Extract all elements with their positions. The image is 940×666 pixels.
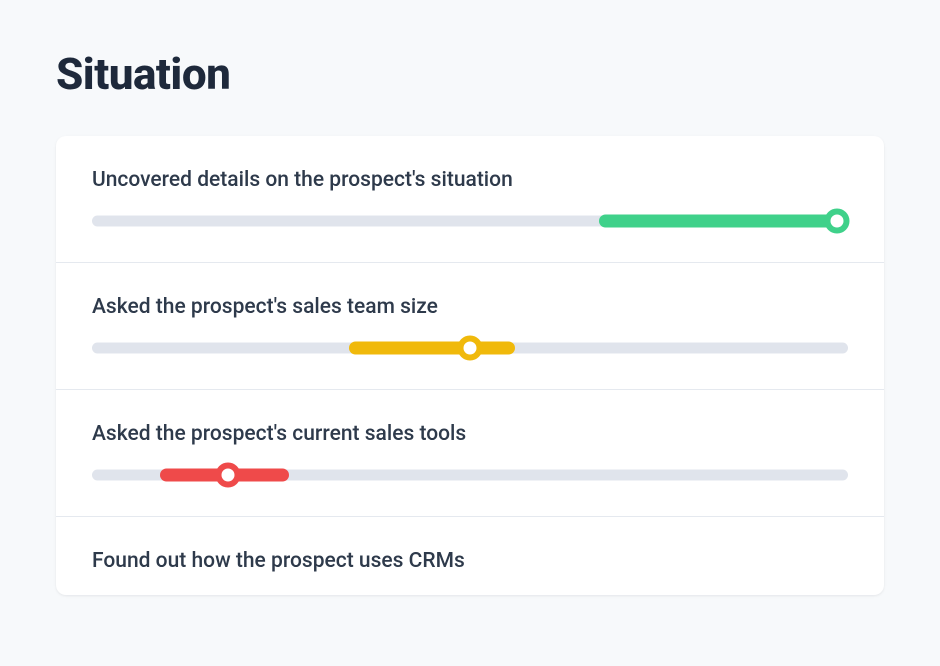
metric-item: Found out how the prospect uses CRMs: [56, 517, 884, 573]
slider-bar: [599, 215, 848, 228]
metric-item: Asked the prospect's sales team size: [56, 263, 884, 390]
slider[interactable]: [92, 341, 848, 355]
metric-item: Asked the prospect's current sales tools: [56, 390, 884, 517]
section-title: Situation: [56, 48, 884, 100]
slider-thumb[interactable]: [824, 209, 849, 234]
slider-thumb[interactable]: [216, 463, 241, 488]
metric-label: Found out how the prospect uses CRMs: [92, 549, 848, 573]
slider-bar: [349, 342, 515, 355]
metric-label: Uncovered details on the prospect's situ…: [92, 168, 848, 192]
metrics-card: Uncovered details on the prospect's situ…: [56, 136, 884, 595]
slider[interactable]: [92, 214, 848, 228]
metric-label: Asked the prospect's current sales tools: [92, 422, 848, 446]
slider[interactable]: [92, 468, 848, 482]
metric-item: Uncovered details on the prospect's situ…: [56, 136, 884, 263]
slider-thumb[interactable]: [458, 336, 483, 361]
metric-label: Asked the prospect's sales team size: [92, 295, 848, 319]
